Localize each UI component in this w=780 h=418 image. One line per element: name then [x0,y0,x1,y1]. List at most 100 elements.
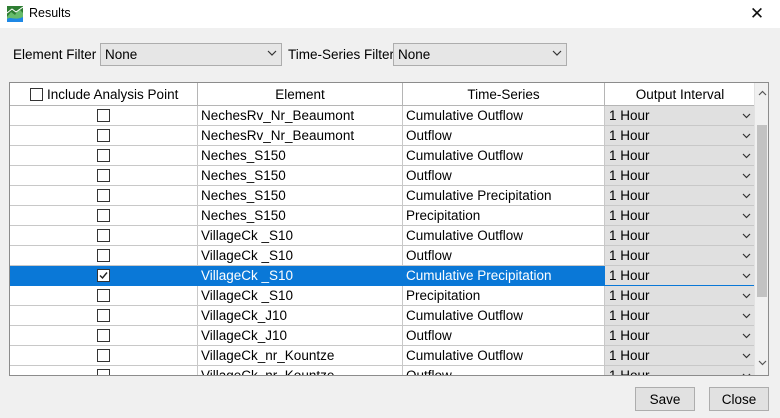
timeseries-filter-label: Time-Series Filter [288,47,395,62]
timeseries-cell: Outflow [403,326,605,346]
timeseries-cell: Cumulative Outflow [403,146,605,166]
include-checkbox[interactable] [97,289,110,302]
table-row[interactable]: NechesRv_Nr_Beaumont Outflow 1 Hour [10,126,756,146]
include-checkbox[interactable] [97,189,110,202]
include-checkbox[interactable] [97,149,110,162]
include-cell [10,226,198,246]
interval-dropdown[interactable]: 1 Hour [605,106,756,126]
include-checkbox[interactable] [97,229,110,242]
interval-value: 1 Hour [609,108,650,123]
include-cell [10,106,198,126]
table-row[interactable]: Neches_S150 Cumulative Outflow 1 Hour [10,146,756,166]
include-checkbox[interactable] [97,249,110,262]
include-checkbox[interactable] [97,309,110,322]
chevron-down-icon [742,213,751,219]
include-checkbox[interactable] [97,269,110,282]
table-row[interactable]: VillageCk _S10 Cumulative Precipitation 1 … [10,266,756,286]
vertical-scrollbar[interactable] [754,83,768,375]
include-checkbox[interactable] [97,169,110,182]
table-row[interactable]: VillageCk _S10 Cumulative Outflow 1 Hour [10,226,756,246]
interval-dropdown[interactable]: 1 Hour [605,126,756,146]
interval-dropdown[interactable]: 1 Hour [605,306,756,326]
timeseries-cell: Precipitation [403,206,605,226]
table-row[interactable]: Neches_S150 Cumulative Precipitation 1 Hou… [10,186,756,206]
table-row[interactable]: VillageCk _S10 Precipitation 1 Hour [10,286,756,306]
scroll-up-icon[interactable] [755,85,768,101]
element-cell: VillageCk_nr_Kountze [198,366,403,375]
interval-value: 1 Hour [609,308,650,323]
element-cell: VillageCk_J10 [198,326,403,346]
timeseries-cell: Cumulative Outflow [403,346,605,366]
interval-value: 1 Hour [609,328,650,343]
close-window-icon[interactable]: ✕ [734,0,780,28]
chevron-down-icon [742,313,751,319]
include-cell [10,126,198,146]
element-filter-label: Element Filter [13,47,97,62]
include-checkbox[interactable] [97,109,110,122]
chevron-down-icon [742,113,751,119]
interval-value: 1 Hour [609,248,650,263]
timeseries-filter-dropdown[interactable]: None [393,43,567,66]
table-row[interactable]: VillageCk _S10 Outflow 1 Hour [10,246,756,266]
interval-dropdown[interactable]: 1 Hour [605,266,756,286]
element-cell: VillageCk _S10 [198,266,403,286]
table-row[interactable]: VillageCk_nr_Kountze Outflow 1 Hour [10,366,756,375]
interval-dropdown[interactable]: 1 Hour [605,286,756,306]
element-cell: VillageCk_nr_Kountze [198,346,403,366]
timeseries-cell: Outflow [403,366,605,375]
interval-dropdown[interactable]: 1 Hour [605,226,756,246]
element-filter-dropdown[interactable]: None [100,43,282,66]
interval-value: 1 Hour [609,228,650,243]
include-column-header[interactable]: Include Analysis Point [10,83,198,106]
table-row[interactable]: NechesRv_Nr_Beaumont Cumulative Outflow 1 … [10,106,756,126]
timeseries-cell: Outflow [403,166,605,186]
interval-dropdown[interactable]: 1 Hour [605,206,756,226]
interval-value: 1 Hour [609,288,650,303]
save-button[interactable]: Save [635,387,695,411]
results-table: Include Analysis Point Element Time-Seri… [9,82,769,376]
interval-dropdown[interactable]: 1 Hour [605,366,756,375]
interval-dropdown[interactable]: 1 Hour [605,246,756,266]
chevron-down-icon [742,373,751,375]
scrollbar-thumb[interactable] [757,125,767,297]
interval-dropdown[interactable]: 1 Hour [605,166,756,186]
include-all-checkbox[interactable] [30,87,43,101]
chevron-down-icon [742,173,751,179]
include-checkbox[interactable] [97,349,110,362]
close-button[interactable]: Close [709,387,769,411]
timeseries-cell: Cumulative Outflow [403,226,605,246]
include-checkbox[interactable] [97,369,110,375]
chevron-down-icon [552,50,562,56]
timeseries-cell: Cumulative Precipitation [403,266,605,286]
app-icon [7,6,23,22]
include-checkbox[interactable] [97,209,110,222]
scroll-down-icon[interactable] [755,355,768,371]
element-column-header[interactable]: Element [198,83,403,106]
include-checkbox[interactable] [97,129,110,142]
timeseries-cell: Precipitation [403,286,605,306]
interval-dropdown[interactable]: 1 Hour [605,346,756,366]
timeseries-column-header[interactable]: Time-Series [403,83,605,106]
table-row[interactable]: Neches_S150 Precipitation 1 Hour [10,206,756,226]
include-checkbox[interactable] [97,329,110,342]
element-cell: VillageCk_J10 [198,306,403,326]
timeseries-filter-value: None [398,47,431,62]
table-row[interactable]: VillageCk_J10 Outflow 1 Hour [10,326,756,346]
include-header-label: Include Analysis Point [47,86,179,102]
include-cell [10,146,198,166]
timeseries-cell: Cumulative Precipitation [403,186,605,206]
include-cell [10,306,198,326]
include-cell [10,286,198,306]
title-bar: Results ✕ [0,0,780,28]
timeseries-cell: Cumulative Outflow [403,106,605,126]
element-cell: Neches_S150 [198,206,403,226]
interval-dropdown[interactable]: 1 Hour [605,326,756,346]
table-row[interactable]: VillageCk_J10 Cumulative Outflow 1 Hour [10,306,756,326]
table-row[interactable]: Neches_S150 Outflow 1 Hour [10,166,756,186]
interval-value: 1 Hour [609,188,650,203]
interval-column-header[interactable]: Output Interval [605,83,756,106]
table-row[interactable]: VillageCk_nr_Kountze Cumulative Outflow 1 … [10,346,756,366]
interval-dropdown[interactable]: 1 Hour [605,186,756,206]
include-cell [10,326,198,346]
interval-dropdown[interactable]: 1 Hour [605,146,756,166]
